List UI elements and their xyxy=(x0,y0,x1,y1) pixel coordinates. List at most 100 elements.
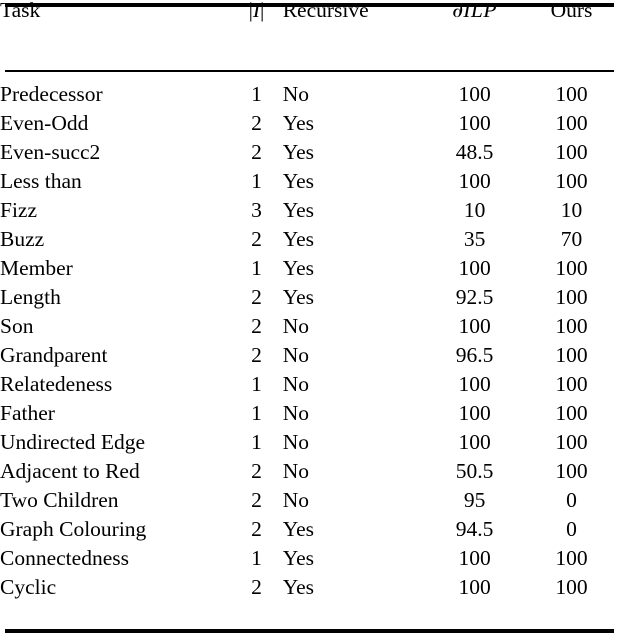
cell-i: 2 xyxy=(251,459,262,483)
cell-ours: 100 xyxy=(555,546,588,570)
cell-ours: 100 xyxy=(555,314,588,338)
cell-recursive: Yes xyxy=(282,575,315,599)
cell-i: 2 xyxy=(251,343,262,367)
cell-dilp: 100 xyxy=(458,546,491,570)
cell-dilp: 50.5 xyxy=(455,459,494,483)
cell-ours: 100 xyxy=(555,430,588,454)
cell-i: 2 xyxy=(251,111,262,135)
cell-recursive: Yes xyxy=(282,111,315,135)
table-row: Grandparent 2 No 96.5 100 xyxy=(0,343,620,374)
cell-task: Fizz xyxy=(0,198,38,222)
results-table-container: Task |I| Recursive ∂ILP Ours Predecessor… xyxy=(0,0,620,642)
cell-dilp: 100 xyxy=(458,111,491,135)
cell-i: 1 xyxy=(251,372,262,396)
cell-ours: 100 xyxy=(555,140,588,164)
table-row: Fizz 3 Yes 10 10 xyxy=(0,198,620,229)
cell-dilp: 48.5 xyxy=(455,140,494,164)
cell-dilp: 92.5 xyxy=(455,285,494,309)
cell-i: 1 xyxy=(251,256,262,280)
cell-recursive: Yes xyxy=(282,227,315,251)
column-header-dilp: ∂ILP xyxy=(426,0,523,64)
cell-task: Son xyxy=(0,314,34,338)
cell-recursive: Yes xyxy=(282,517,315,541)
table-row: Member 1 Yes 100 100 xyxy=(0,256,620,287)
cell-task: Less than xyxy=(0,169,82,193)
cell-i: 2 xyxy=(251,575,262,599)
cell-ours: 100 xyxy=(555,111,588,135)
cell-recursive: Yes xyxy=(282,140,315,164)
cell-recursive: No xyxy=(282,488,309,512)
table-row: Predecessor 1 No 100 100 xyxy=(0,82,620,113)
cell-recursive: No xyxy=(282,372,309,396)
table-row: Father 1 No 100 100 xyxy=(0,401,620,432)
cell-recursive: Yes xyxy=(282,169,315,193)
cell-i: 2 xyxy=(251,227,262,251)
column-header-recursive: Recursive xyxy=(282,0,369,22)
column-header-task: Task xyxy=(0,0,41,22)
column-header-ours: Ours xyxy=(550,0,593,22)
cell-task: Relatedeness xyxy=(0,372,113,396)
table-row: Buzz 2 Yes 35 70 xyxy=(0,227,620,258)
cell-dilp: 96.5 xyxy=(455,343,494,367)
cell-i: 2 xyxy=(251,314,262,338)
table-row: Two Children 2 No 95 0 xyxy=(0,488,620,519)
cell-recursive: No xyxy=(282,314,309,338)
results-table: Task |I| Recursive ∂ILP Ours Predecessor… xyxy=(0,0,620,606)
cell-task: Father xyxy=(0,401,55,425)
table-row: Less than 1 Yes 100 100 xyxy=(0,169,620,200)
cell-ours: 100 xyxy=(555,401,588,425)
cell-task: Undirected Edge xyxy=(0,430,146,454)
cell-i: 2 xyxy=(251,285,262,309)
i-letter: I xyxy=(252,0,261,22)
table-row: Graph Colouring 2 Yes 94.5 0 xyxy=(0,517,620,548)
cell-dilp: 10 xyxy=(463,198,486,222)
cell-dilp: 95 xyxy=(463,488,486,512)
cell-ours: 100 xyxy=(555,82,588,106)
cell-ours: 0 xyxy=(566,488,577,512)
table-row: Even-succ2 2 Yes 48.5 100 xyxy=(0,140,620,171)
table-header-row: Task |I| Recursive ∂ILP Ours xyxy=(0,0,620,64)
cell-recursive: No xyxy=(282,343,309,367)
cell-i: 2 xyxy=(251,140,262,164)
cell-ours: 100 xyxy=(555,343,588,367)
cell-ours: 100 xyxy=(555,169,588,193)
cell-recursive: Yes xyxy=(282,285,315,309)
table-header: Task |I| Recursive ∂ILP Ours xyxy=(0,0,620,64)
table-row: Length 2 Yes 92.5 100 xyxy=(0,285,620,316)
cell-dilp: 100 xyxy=(458,169,491,193)
cell-dilp: 100 xyxy=(458,82,491,106)
cell-ours: 10 xyxy=(560,198,583,222)
cell-i: 2 xyxy=(251,488,262,512)
cell-dilp: 94.5 xyxy=(455,517,494,541)
cell-ours: 70 xyxy=(560,227,583,251)
cell-dilp: 100 xyxy=(458,314,491,338)
cell-task: Connectedness xyxy=(0,546,129,570)
table-bottom-rule xyxy=(5,629,614,633)
cell-task: Grandparent xyxy=(0,343,108,367)
cell-i: 3 xyxy=(251,198,262,222)
cell-recursive: No xyxy=(282,401,309,425)
cell-dilp: 100 xyxy=(458,401,491,425)
cell-task: Buzz xyxy=(0,227,45,251)
cell-recursive: No xyxy=(282,459,309,483)
cell-recursive: Yes xyxy=(282,198,315,222)
cell-task: Predecessor xyxy=(0,82,103,106)
cell-dilp: 100 xyxy=(458,256,491,280)
table-row: Son 2 No 100 100 xyxy=(0,314,620,345)
cell-dilp: 100 xyxy=(458,372,491,396)
cell-dilp: 100 xyxy=(458,575,491,599)
cell-task: Length xyxy=(0,285,61,309)
table-row: Connectedness 1 Yes 100 100 xyxy=(0,546,620,577)
cell-i: 1 xyxy=(251,546,262,570)
cell-task: Graph Colouring xyxy=(0,517,147,541)
cell-ours: 100 xyxy=(555,256,588,280)
cell-recursive: No xyxy=(282,82,309,106)
cell-recursive: Yes xyxy=(282,256,315,280)
cell-task: Two Children xyxy=(0,488,119,512)
cell-dilp: 35 xyxy=(463,227,486,251)
cell-ours: 100 xyxy=(555,285,588,309)
cell-task: Adjacent to Red xyxy=(0,459,140,483)
column-header-intensional-count: |I| xyxy=(230,0,283,64)
cell-ours: 100 xyxy=(555,459,588,483)
i-bar-right: | xyxy=(260,0,265,22)
